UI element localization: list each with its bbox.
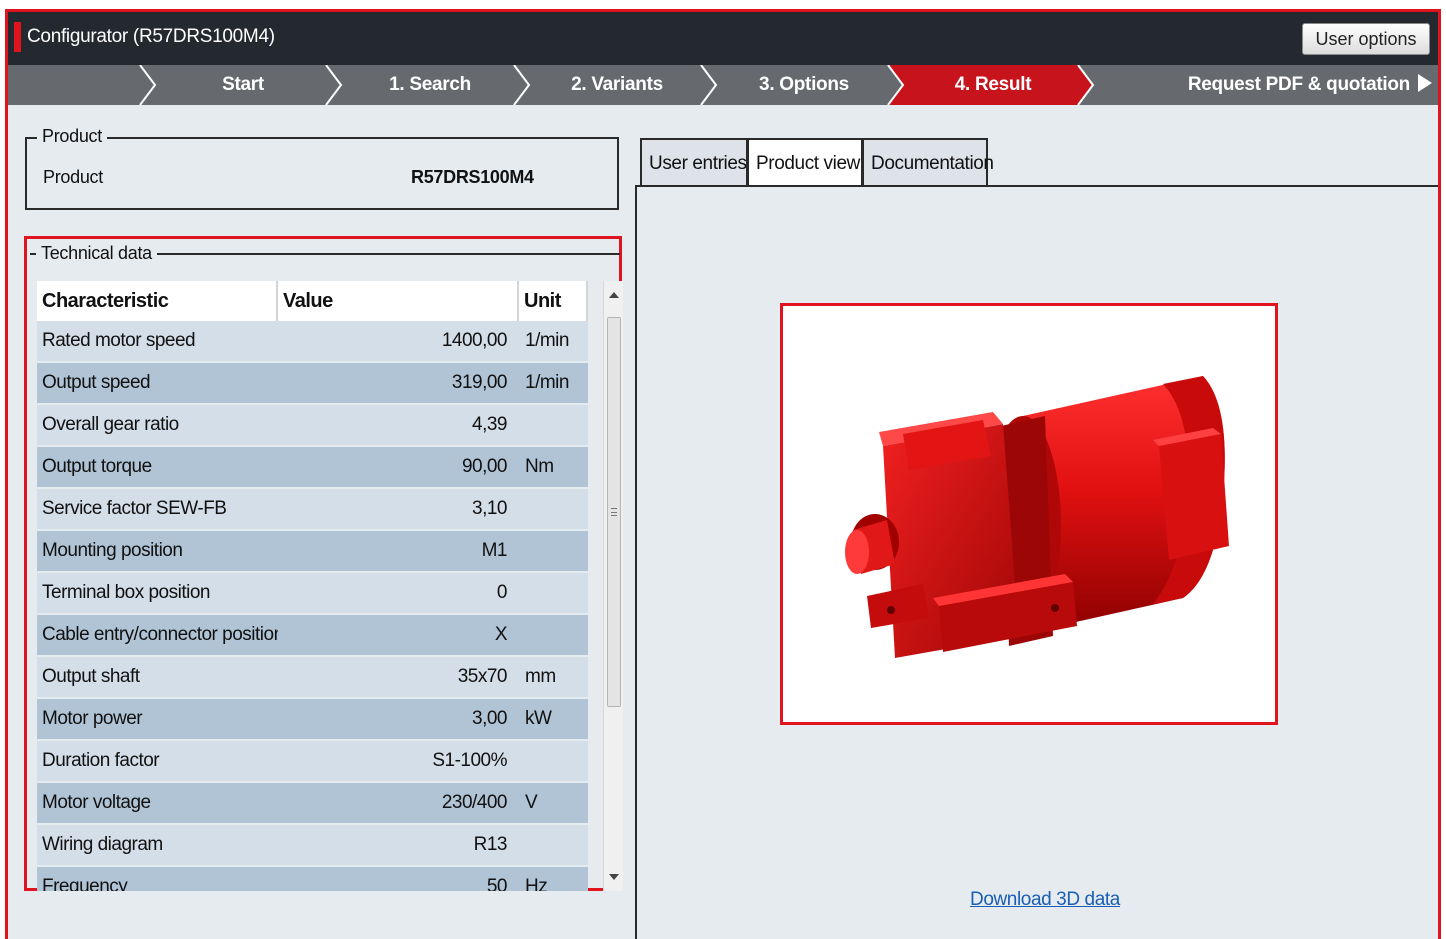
cell-unit: V [519, 783, 588, 825]
cell-characteristic: Output speed [37, 363, 278, 405]
cell-unit [519, 741, 588, 783]
table-row[interactable]: Service factor SEW-FB 3,10 [37, 489, 588, 531]
technical-data-highlight: Technical data Characteristic Value Unit… [24, 236, 623, 893]
table-row[interactable]: Duration factor S1-100% [37, 741, 588, 783]
cell-characteristic: Cable entry/connector position [37, 615, 278, 657]
download-3d-data-link[interactable]: Download 3D data [970, 889, 1120, 911]
title-bar: Configurator (R57DRS100M4) User options [8, 12, 1438, 65]
technical-data-group: Technical data Characteristic Value Unit… [30, 243, 623, 893]
technical-data-legend: Technical data [36, 243, 157, 264]
cell-value: 35x70 [278, 657, 519, 699]
chevron-right-icon [513, 65, 531, 105]
cell-value: 4,39 [278, 405, 519, 447]
table-header-row: Characteristic Value Unit [37, 281, 588, 321]
technical-data-table: Characteristic Value Unit Rated motor sp… [37, 281, 588, 891]
request-pdf-quotation-label: Request PDF & quotation [1187, 74, 1410, 95]
cell-unit: 1/min [519, 321, 588, 363]
cell-characteristic: Terminal box position [37, 573, 278, 615]
table-row[interactable]: Frequency 50 Hz [37, 867, 588, 891]
product-label: Product [43, 167, 103, 187]
table-row[interactable]: Output torque 90,00 Nm [37, 447, 588, 489]
cell-unit: mm [519, 657, 588, 699]
cell-value: 1400,00 [278, 321, 519, 363]
window-title: Configurator (R57DRS100M4) [27, 26, 275, 47]
cell-value: R13 [278, 825, 519, 867]
step-start[interactable]: Start [158, 65, 328, 105]
scrollbar-thumb[interactable] [607, 317, 621, 707]
cell-unit [519, 405, 588, 447]
table-row[interactable]: Terminal box position 0 [37, 573, 588, 615]
product-value: R57DRS100M4 [411, 167, 534, 187]
step-navigation: Start 1. Search 2. Variants 3. Options 4… [8, 65, 1438, 105]
cell-unit: Nm [519, 447, 588, 489]
table-row[interactable]: Overall gear ratio 4,39 [37, 405, 588, 447]
scroll-up-icon[interactable] [609, 292, 619, 298]
tab-user-entries[interactable]: User entries [640, 138, 748, 186]
tab-product-view[interactable]: Product view [747, 138, 863, 188]
table-scrollbar[interactable] [603, 281, 623, 891]
cell-value: M1 [278, 531, 519, 573]
cell-value: 319,00 [278, 363, 519, 405]
cell-value: X [278, 615, 519, 657]
step-options[interactable]: 3. Options [719, 65, 889, 105]
cell-value: 230/400 [278, 783, 519, 825]
table-row[interactable]: Output speed 319,00 1/min [37, 363, 588, 405]
cell-value: 3,00 [278, 699, 519, 741]
cell-unit: Hz [519, 867, 588, 891]
cell-value: 50 [278, 867, 519, 891]
configurator-window: Configurator (R57DRS100M4) User options … [5, 9, 1441, 939]
cell-unit [519, 573, 588, 615]
user-options-button[interactable]: User options [1302, 23, 1430, 55]
tab-documentation[interactable]: Documentation [862, 138, 994, 186]
cell-characteristic: Motor voltage [37, 783, 278, 825]
product-legend: Product [37, 126, 107, 147]
cell-unit [519, 615, 588, 657]
cell-characteristic: Output shaft [37, 657, 278, 699]
cell-value: 90,00 [278, 447, 519, 489]
cell-characteristic: Output torque [37, 447, 278, 489]
cell-value: 0 [278, 573, 519, 615]
step-search[interactable]: 1. Search [344, 65, 516, 105]
column-header-value[interactable]: Value [278, 281, 519, 321]
technical-data-table-viewport[interactable]: Characteristic Value Unit Rated motor sp… [37, 281, 609, 891]
title-accent-mark [14, 22, 21, 52]
step-variants[interactable]: 2. Variants [532, 65, 702, 105]
cell-characteristic: Frequency [37, 867, 278, 891]
cell-characteristic: Wiring diagram [37, 825, 278, 867]
column-header-characteristic[interactable]: Characteristic [37, 281, 278, 321]
table-row[interactable]: Motor voltage 230/400 V [37, 783, 588, 825]
cell-characteristic: Service factor SEW-FB [37, 489, 278, 531]
table-row[interactable]: Mounting position M1 [37, 531, 588, 573]
cell-unit: 1/min [519, 363, 588, 405]
table-row[interactable]: Rated motor speed 1400,00 1/min [37, 321, 588, 363]
cell-value: 3,10 [278, 489, 519, 531]
cell-characteristic: Mounting position [37, 531, 278, 573]
request-pdf-quotation-link[interactable]: Request PDF & quotation [1188, 65, 1432, 105]
product-group: Product Product R57DRS100M4 [25, 126, 619, 210]
cell-unit: kW [519, 699, 588, 741]
cell-characteristic: Duration factor [37, 741, 278, 783]
table-row[interactable]: Cable entry/connector position X [37, 615, 588, 657]
column-header-unit[interactable]: Unit [519, 281, 588, 321]
cell-characteristic: Overall gear ratio [37, 405, 278, 447]
grip-icon [611, 508, 617, 516]
product-view-panel: Download 3D data [635, 185, 1438, 939]
scroll-down-icon[interactable] [609, 874, 619, 880]
table-row[interactable]: Motor power 3,00 kW [37, 699, 588, 741]
chevron-right-icon [139, 65, 157, 105]
cell-value: S1-100% [278, 741, 519, 783]
product-image-frame [780, 303, 1278, 725]
cell-characteristic: Rated motor speed [37, 321, 278, 363]
play-arrow-icon [1418, 74, 1432, 92]
gear-motor-icon [845, 376, 1229, 658]
table-row[interactable]: Wiring diagram R13 [37, 825, 588, 867]
cell-unit [519, 825, 588, 867]
chevron-right-icon [700, 65, 718, 105]
chevron-right-icon [325, 65, 343, 105]
cell-unit [519, 531, 588, 573]
cell-unit [519, 489, 588, 531]
cell-characteristic: Motor power [37, 699, 278, 741]
table-row[interactable]: Output shaft 35x70 mm [37, 657, 588, 699]
step-result[interactable]: 4. Result [905, 65, 1081, 105]
